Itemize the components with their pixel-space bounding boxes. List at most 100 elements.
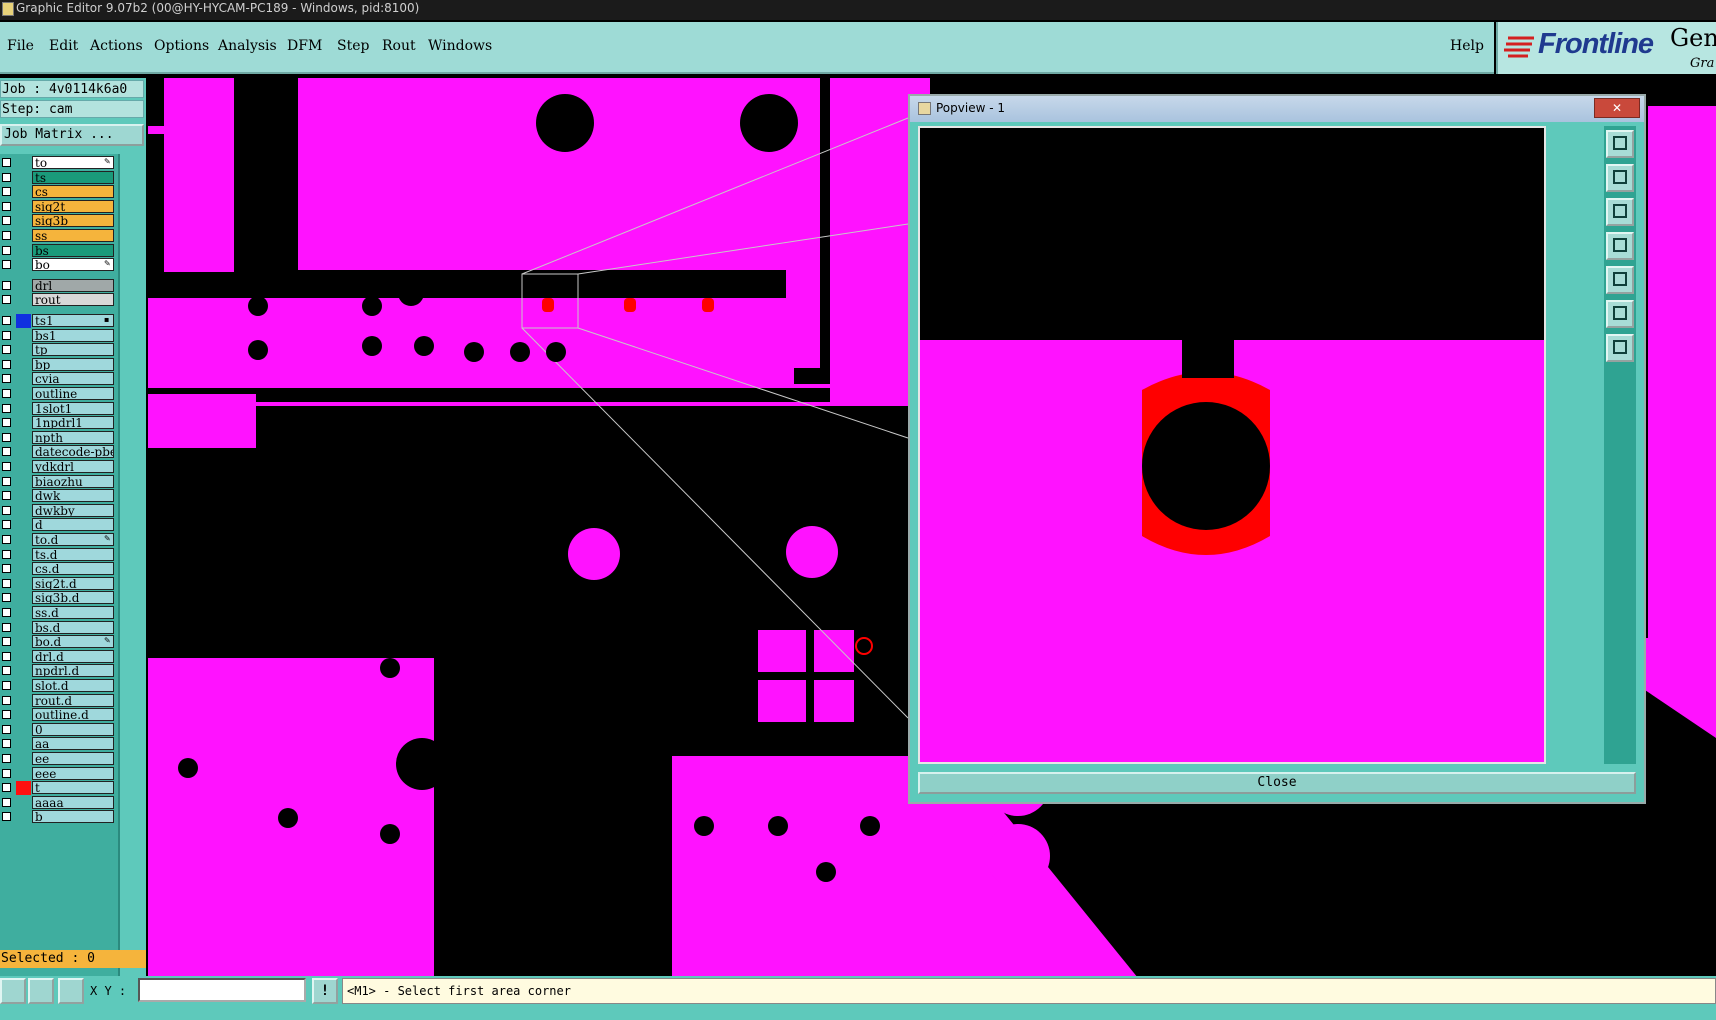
- layer-row[interactable]: ydkdrl: [0, 460, 118, 474]
- layer-checkbox[interactable]: [2, 374, 11, 384]
- layer-name[interactable]: dwk: [32, 489, 114, 503]
- layer-checkbox[interactable]: [2, 724, 11, 734]
- layer-checkbox[interactable]: [2, 476, 11, 486]
- layer-name[interactable]: drl: [32, 278, 114, 292]
- layer-name[interactable]: outline: [32, 387, 114, 400]
- layer-row[interactable]: bs1: [0, 328, 118, 343]
- layer-row[interactable]: b: [0, 810, 118, 824]
- layer-checkbox[interactable]: [2, 447, 11, 457]
- layer-checkbox[interactable]: [2, 245, 11, 255]
- layer-name[interactable]: biaozhu: [32, 474, 114, 488]
- layer-checkbox[interactable]: [2, 666, 11, 676]
- pan-down-icon[interactable]: [1606, 198, 1634, 226]
- menu-analysis[interactable]: Analysis: [218, 38, 277, 54]
- layer-row[interactable]: cs: [0, 185, 118, 199]
- layer-name[interactable]: sig2t.d: [32, 576, 114, 590]
- layer-checkbox[interactable]: [2, 739, 11, 749]
- layer-checkbox[interactable]: [2, 783, 11, 793]
- grid-icon[interactable]: [58, 978, 84, 1004]
- layer-row[interactable]: dwkby: [0, 503, 118, 518]
- menu-windows[interactable]: Windows: [428, 38, 492, 54]
- layer-row[interactable]: biaozhu: [0, 474, 118, 489]
- layer-name[interactable]: rout: [32, 293, 114, 307]
- layer-name[interactable]: 0: [32, 722, 114, 736]
- layer-checkbox[interactable]: [2, 462, 11, 471]
- layer-row[interactable]: npth: [0, 430, 118, 445]
- layer-row[interactable]: slot.d: [0, 679, 118, 693]
- layer-row[interactable]: aa: [0, 737, 118, 751]
- menu-actions[interactable]: Actions: [90, 38, 143, 54]
- layer-row[interactable]: ts: [0, 170, 118, 185]
- layer-row[interactable]: datecode-pbe: [0, 445, 118, 459]
- layer-row[interactable]: to.d ✎: [0, 533, 118, 547]
- layer-checkbox[interactable]: [2, 187, 11, 197]
- menu-file[interactable]: File: [7, 38, 34, 54]
- layer-checkbox[interactable]: [2, 491, 11, 501]
- layer-row[interactable]: cvia: [0, 372, 118, 386]
- layer-checkbox[interactable]: [2, 637, 11, 647]
- layer-row[interactable]: 1npdrl1: [0, 416, 118, 430]
- layer-name[interactable]: cs.d: [32, 562, 114, 576]
- xy-input[interactable]: [138, 978, 306, 1002]
- layer-row[interactable]: ee: [0, 752, 118, 766]
- layer-name[interactable]: 1slot1: [32, 401, 114, 415]
- zoom-home-icon[interactable]: [1606, 130, 1634, 158]
- layer-row[interactable]: npdrl.d: [0, 664, 118, 678]
- layer-row[interactable]: sig2t.d: [0, 576, 118, 591]
- layer-checkbox[interactable]: [2, 754, 11, 763]
- layer-name[interactable]: aa: [32, 737, 114, 751]
- layer-name[interactable]: bs.d: [32, 620, 114, 634]
- popview-close-x[interactable]: ✕: [1594, 98, 1640, 118]
- layer-name[interactable]: rout.d: [32, 693, 114, 707]
- job-matrix-button[interactable]: Job Matrix ...: [0, 124, 144, 146]
- layer-name[interactable]: cs: [32, 185, 114, 199]
- layer-name[interactable]: dwkby: [32, 503, 114, 517]
- layer-name[interactable]: cvia: [32, 372, 114, 386]
- layer-checkbox[interactable]: [2, 389, 11, 398]
- layer-name[interactable]: ts1: [32, 314, 114, 327]
- layer-checkbox[interactable]: [2, 578, 11, 588]
- layer-checkbox[interactable]: [2, 359, 11, 369]
- menu-edit[interactable]: Edit: [49, 38, 78, 54]
- layer-checkbox[interactable]: [2, 403, 11, 413]
- layer-row[interactable]: sig3b.d: [0, 591, 118, 605]
- layer-row[interactable]: ts1 ▪: [0, 314, 118, 328]
- pan-right-icon[interactable]: [1606, 266, 1634, 294]
- layer-row[interactable]: bs.d: [0, 620, 118, 635]
- layer-name[interactable]: slot.d: [32, 679, 114, 692]
- layer-name[interactable]: bo: [32, 258, 114, 272]
- layer-checkbox[interactable]: [2, 564, 11, 574]
- layer-row[interactable]: sig3b: [0, 214, 118, 228]
- snap-icon[interactable]: [0, 978, 26, 1004]
- layer-row[interactable]: bo.d ✎: [0, 635, 118, 649]
- bang-button[interactable]: !: [312, 978, 338, 1004]
- layer-name[interactable]: datecode-pbe: [32, 445, 114, 459]
- layer-row[interactable]: ss.d: [0, 606, 118, 620]
- menu-dfm[interactable]: DFM: [287, 38, 322, 54]
- measure-icon[interactable]: [28, 978, 54, 1004]
- layer-checkbox[interactable]: [2, 216, 11, 226]
- layer-name[interactable]: b: [32, 810, 114, 824]
- layer-row[interactable]: bp: [0, 357, 118, 372]
- layer-name[interactable]: drl.d: [32, 649, 114, 663]
- layer-name[interactable]: to.d: [32, 533, 114, 546]
- layer-name[interactable]: ts: [32, 170, 114, 184]
- menu-step[interactable]: Step: [337, 38, 369, 54]
- layer-checkbox[interactable]: [2, 812, 11, 822]
- layer-row[interactable]: to ✎: [0, 156, 118, 170]
- layer-name[interactable]: sig3b: [32, 214, 114, 228]
- layer-name[interactable]: ss: [32, 229, 114, 242]
- layer-checkbox[interactable]: [2, 432, 11, 442]
- layer-checkbox[interactable]: [2, 345, 11, 355]
- layer-name[interactable]: to: [32, 156, 114, 169]
- layer-checkbox[interactable]: [2, 505, 11, 515]
- layer-checkbox[interactable]: [2, 651, 11, 661]
- menu-help[interactable]: Help: [1450, 38, 1484, 54]
- layer-checkbox[interactable]: [2, 418, 11, 428]
- layer-checkbox[interactable]: [2, 520, 11, 530]
- layer-name[interactable]: ydkdrl: [32, 460, 114, 473]
- layer-checkbox[interactable]: [2, 608, 11, 617]
- menu-rout[interactable]: Rout: [382, 38, 416, 54]
- layer-row[interactable]: tp: [0, 343, 118, 357]
- layer-checkbox[interactable]: [2, 172, 11, 182]
